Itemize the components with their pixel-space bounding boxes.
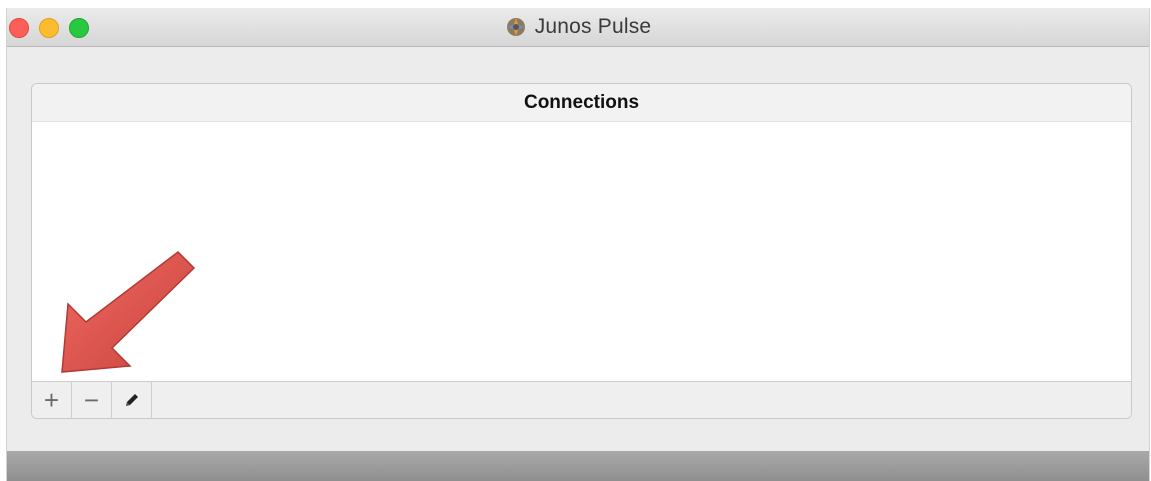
edit-connection-button[interactable] (112, 382, 152, 418)
pencil-icon (125, 394, 138, 406)
title-bar[interactable]: Junos Pulse (7, 8, 1149, 47)
annotation-arrow-icon (61, 251, 196, 373)
connections-toolbar: + − (32, 381, 1131, 418)
add-connection-button[interactable]: + (32, 382, 72, 418)
window-bottom-bar (7, 451, 1149, 481)
app-window: Junos Pulse Connections + − (6, 8, 1150, 481)
connections-header: Connections (32, 84, 1131, 122)
remove-connection-button[interactable]: − (72, 382, 112, 418)
window-title: Junos Pulse (534, 15, 652, 38)
junos-pulse-icon (506, 18, 525, 36)
connections-title: Connections (523, 91, 640, 113)
title-wrap: Junos Pulse (7, 8, 1149, 46)
